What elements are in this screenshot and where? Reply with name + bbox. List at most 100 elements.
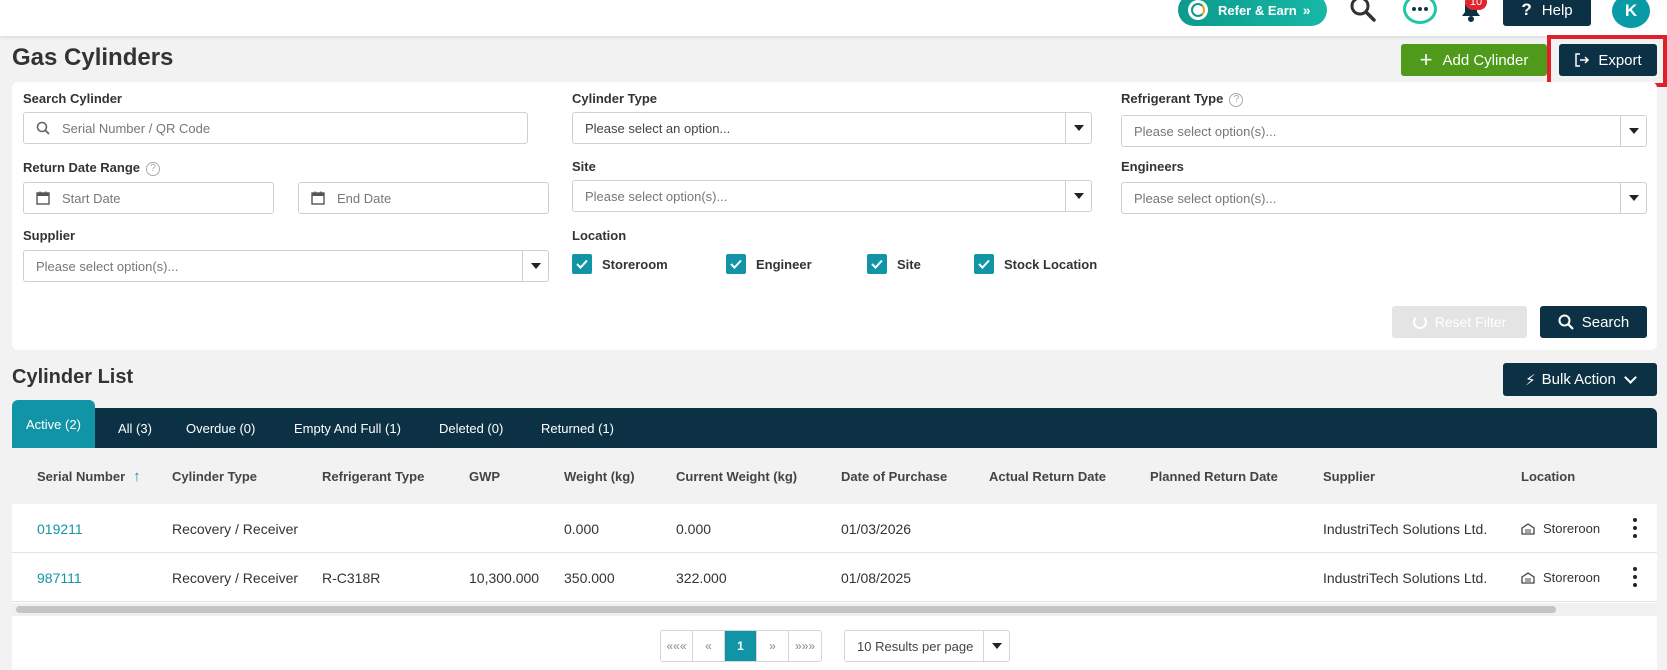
location-engineer-label: Engineer	[756, 256, 812, 272]
engineers-select[interactable]: Please select option(s)...	[1121, 182, 1647, 214]
scrollbar-thumb[interactable]	[16, 606, 1556, 613]
tab-overdue[interactable]: Overdue (0)	[186, 408, 255, 448]
search-cylinder-input[interactable]: Serial Number / QR Code	[23, 112, 528, 144]
help-button[interactable]: ? Help	[1503, 0, 1591, 26]
cylinder-type-placeholder: Please select an option...	[585, 120, 731, 136]
results-per-page-value: 10 Results per page	[857, 638, 974, 654]
tab-returned[interactable]: Returned (1)	[541, 408, 614, 448]
cylinder-type-select[interactable]: Please select an option...	[572, 112, 1092, 144]
refrigerant-type-select[interactable]: Please select option(s)...	[1121, 115, 1647, 147]
refrigerant-type-label-text: Refrigerant Type	[1121, 91, 1224, 106]
serial-number-link[interactable]: 987111	[37, 553, 82, 602]
tab-empty-and-full[interactable]: Empty And Full (1)	[294, 408, 401, 448]
caret-down-icon	[1065, 181, 1091, 211]
site-placeholder: Please select option(s)...	[585, 188, 728, 204]
end-date-placeholder: End Date	[337, 190, 392, 206]
column-weight[interactable]: Weight (kg)	[564, 448, 635, 504]
cylinder-type-label: Cylinder Type	[572, 91, 658, 106]
sort-ascending-icon: ↑	[133, 467, 141, 485]
cylinder-list-title: Cylinder List	[12, 366, 134, 388]
location-site-label: Site	[897, 256, 921, 272]
bolt-icon: ⚡	[1525, 371, 1536, 389]
refer-logo-icon	[1188, 0, 1208, 20]
supplier-select[interactable]: Please select option(s)...	[23, 250, 549, 282]
avatar[interactable]: K	[1612, 0, 1650, 28]
column-planned-return-date[interactable]: Planned Return Date	[1150, 448, 1278, 504]
row-actions-icon[interactable]	[1633, 567, 1637, 587]
plus-icon: +	[1419, 47, 1433, 72]
caret-down-icon	[522, 251, 548, 281]
refresh-icon	[1412, 315, 1427, 329]
column-refrigerant-type[interactable]: Refrigerant Type	[322, 448, 424, 504]
chat-icon[interactable]	[1403, 0, 1437, 24]
results-per-page-select[interactable]: 10 Results per page	[844, 630, 1010, 662]
table-row[interactable]: 987111 Recovery / Receiver R-C318R 10,30…	[12, 553, 1657, 602]
serial-number-link[interactable]: 019211	[37, 504, 83, 553]
table-row[interactable]: 019211 Recovery / Receiver 0.000 0.000 0…	[12, 504, 1657, 553]
end-date-input[interactable]: End Date	[298, 182, 549, 214]
page-title: Gas Cylinders	[12, 44, 174, 71]
help-circle-icon[interactable]: ?	[146, 162, 161, 176]
supplier-placeholder: Please select option(s)...	[36, 258, 179, 274]
location-site-checkbox[interactable]: Site	[867, 254, 921, 274]
prev-page-button[interactable]: «	[693, 631, 725, 661]
cylinder-table: Serial Number ↑ Cylinder Type Refrigeran…	[12, 448, 1657, 616]
column-date-of-purchase[interactable]: Date of Purchase	[841, 448, 947, 504]
tab-all[interactable]: All (3)	[118, 408, 152, 448]
cell-current-weight: 0.000	[676, 520, 712, 537]
reset-filter-button[interactable]: Reset Filter	[1392, 306, 1527, 338]
column-actual-return-date[interactable]: Actual Return Date	[989, 448, 1106, 504]
start-date-placeholder: Start Date	[62, 190, 121, 206]
tab-active[interactable]: Active (2)	[12, 400, 95, 448]
double-chevron-right-icon: »	[1302, 2, 1311, 18]
cell-supplier: IndustriTech Solutions Ltd.	[1323, 520, 1488, 537]
column-gwp[interactable]: GWP	[469, 448, 500, 504]
add-cylinder-label: Add Cylinder	[1442, 51, 1529, 69]
calendar-icon	[24, 191, 50, 205]
refrigerant-type-label: Refrigerant Type?	[1121, 91, 1244, 107]
cell-refrigerant-type: R-C318R	[322, 569, 381, 586]
chevron-down-icon	[1624, 370, 1637, 384]
checkmark-icon	[726, 254, 746, 274]
location-label: Location	[572, 228, 627, 243]
refer-and-earn-button[interactable]: Refer & Earn »	[1178, 0, 1327, 26]
column-serial-number[interactable]: Serial Number ↑	[37, 448, 141, 504]
calendar-icon	[299, 191, 325, 205]
cell-weight: 0.000	[564, 520, 600, 537]
next-page-button[interactable]: »	[757, 631, 789, 661]
warehouse-icon	[1521, 571, 1535, 584]
start-date-input[interactable]: Start Date	[23, 182, 274, 214]
location-engineer-checkbox[interactable]: Engineer	[726, 254, 812, 274]
pagination: ««« « 1 » »»»	[660, 630, 822, 662]
column-serial-number-label: Serial Number	[37, 468, 126, 484]
cell-location-text: Storeroon	[1543, 570, 1601, 585]
top-bar: Refer & Earn » 10 ? Help K	[0, 0, 1667, 36]
help-circle-icon[interactable]: ?	[1229, 93, 1244, 107]
last-page-button[interactable]: »»»	[789, 631, 821, 661]
column-supplier[interactable]: Supplier	[1323, 448, 1375, 504]
bulk-action-button[interactable]: ⚡ Bulk Action	[1503, 363, 1657, 396]
caret-down-icon	[1065, 113, 1091, 143]
horizontal-scrollbar[interactable]	[12, 603, 1657, 616]
row-actions-icon[interactable]	[1633, 518, 1637, 538]
location-stock-location-checkbox[interactable]: Stock Location	[974, 254, 1097, 274]
table-header: Serial Number ↑ Cylinder Type Refrigeran…	[12, 448, 1657, 504]
bulk-action-label: Bulk Action	[1541, 371, 1616, 388]
site-label: Site	[572, 159, 596, 174]
column-cylinder-type[interactable]: Cylinder Type	[172, 448, 257, 504]
return-date-range-label-text: Return Date Range	[23, 160, 141, 175]
add-cylinder-button[interactable]: + Add Cylinder	[1401, 44, 1547, 76]
search-icon[interactable]	[1348, 0, 1378, 24]
caret-down-icon	[983, 631, 1009, 661]
caret-down-icon	[1620, 183, 1646, 213]
search-button[interactable]: Search	[1540, 306, 1647, 338]
engineers-placeholder: Please select option(s)...	[1134, 190, 1277, 206]
tab-deleted[interactable]: Deleted (0)	[439, 408, 503, 448]
column-location[interactable]: Location	[1521, 448, 1575, 504]
cell-weight: 350.000	[564, 569, 615, 586]
current-page-button[interactable]: 1	[725, 631, 757, 661]
column-current-weight[interactable]: Current Weight (kg)	[676, 448, 797, 504]
site-select[interactable]: Please select option(s)...	[572, 180, 1092, 212]
first-page-button[interactable]: «««	[661, 631, 693, 661]
location-storeroom-checkbox[interactable]: Storeroom	[572, 254, 668, 274]
